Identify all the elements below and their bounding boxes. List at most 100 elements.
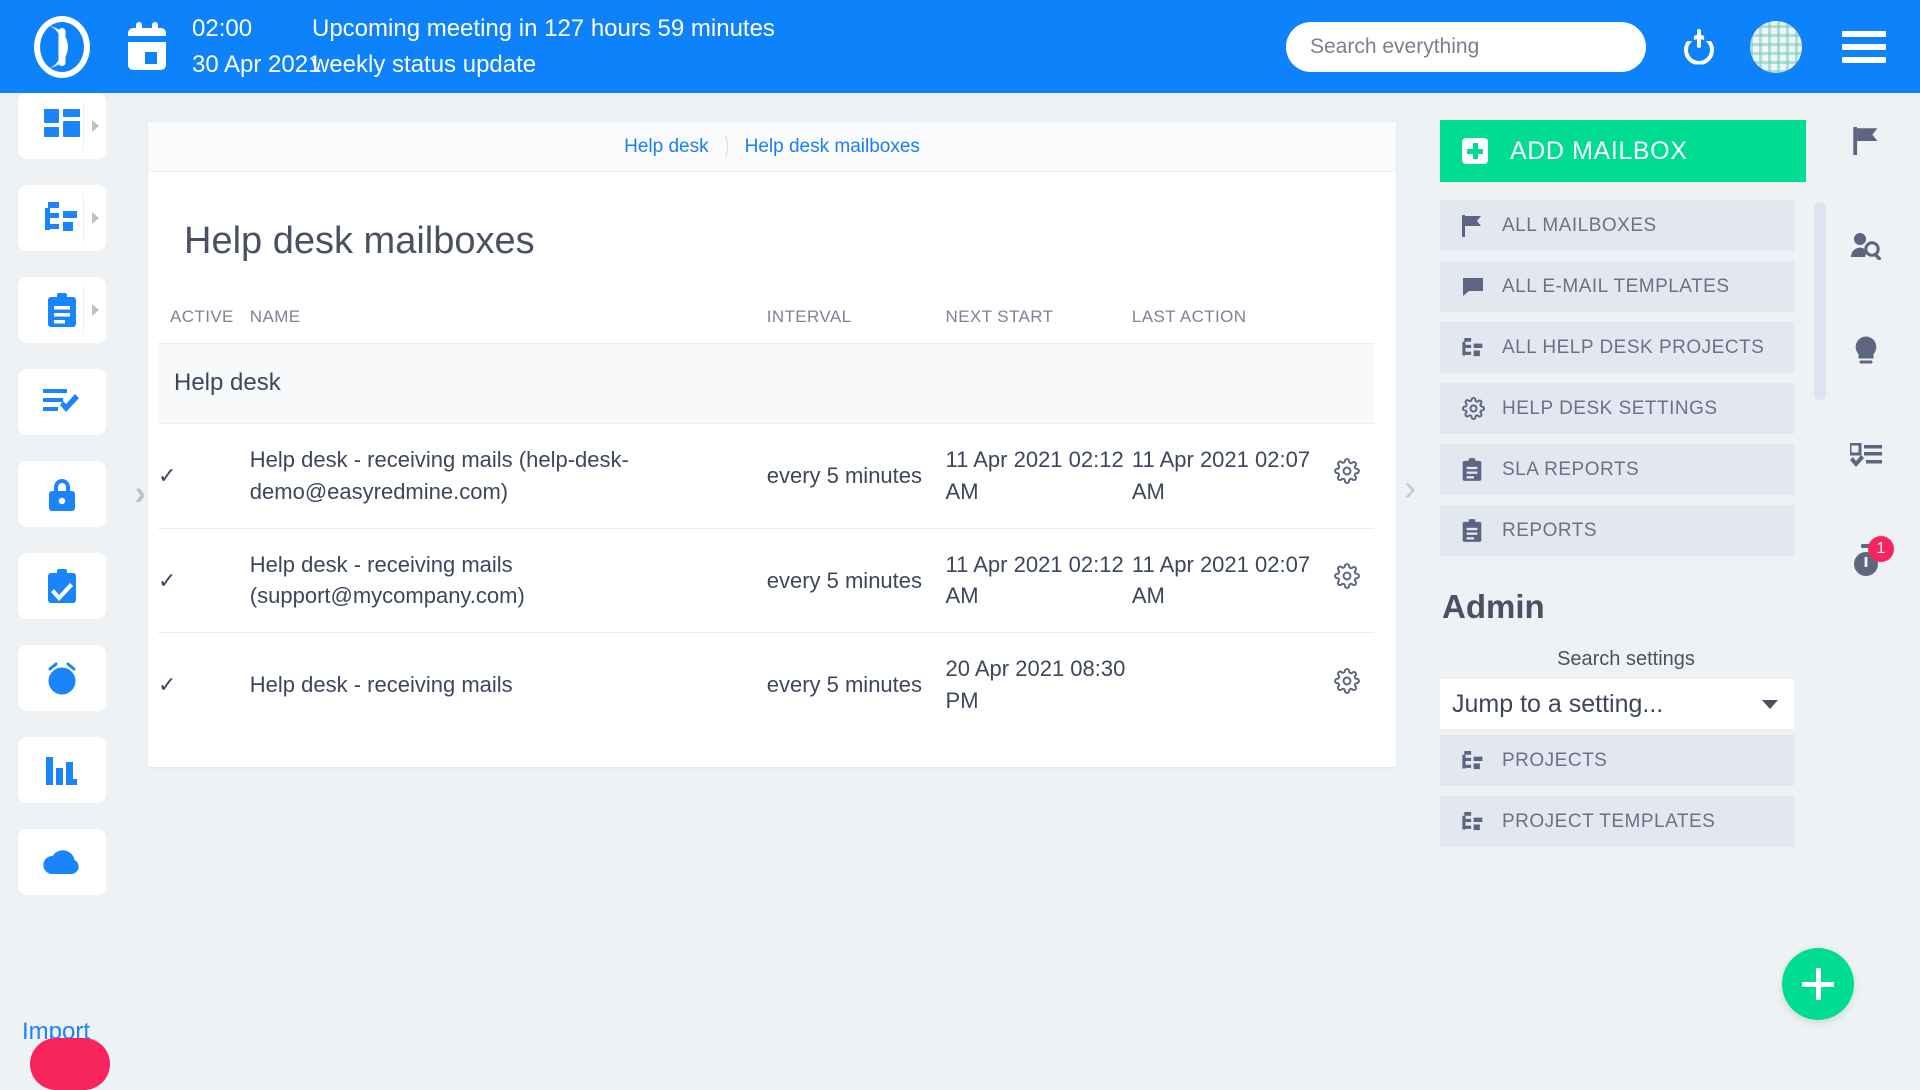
rail-divider <box>83 101 84 151</box>
column-header-actions <box>1320 307 1374 344</box>
table-row[interactable]: ✓ Help desk - receiving mails (help-desk… <box>158 422 1374 529</box>
row-active-check: ✓ <box>158 632 250 738</box>
clipboard-lines-icon <box>48 293 76 327</box>
admin-section-title: Admin <box>1442 588 1545 625</box>
table-row[interactable]: ✓ Help desk - receiving mails (support@m… <box>158 527 1374 633</box>
menu-item-project-templates[interactable]: PROJECT TEMPLATES <box>1440 796 1794 847</box>
chat-bubble-icon <box>1462 277 1502 297</box>
page-title: Help desk mailboxes <box>184 220 535 262</box>
far-rail-item-ideas[interactable] <box>1812 320 1920 381</box>
notification-pill[interactable] <box>30 1038 110 1090</box>
global-search[interactable] <box>1286 21 1646 72</box>
sidebar-item-approvals[interactable] <box>18 553 106 619</box>
gear-icon[interactable] <box>1334 563 1361 598</box>
column-header-last-action[interactable]: LAST ACTION <box>1132 307 1320 344</box>
chevron-right-icon <box>92 212 99 224</box>
far-rail-item-timer[interactable]: 1 <box>1812 530 1920 591</box>
add-new-fab[interactable] <box>1782 948 1854 1020</box>
sidebar-item-import[interactable] <box>18 829 106 895</box>
meeting-subject: weekly status update <box>312 50 537 78</box>
far-rail-item-user-search[interactable] <box>1812 215 1920 276</box>
rail-expand-arrow[interactable]: › <box>135 475 146 514</box>
user-search-icon <box>1851 232 1881 260</box>
jump-to-setting-select[interactable]: Jump to a setting... <box>1440 679 1794 729</box>
chevron-right-icon <box>92 120 99 132</box>
meeting-date: 30 Apr 2021 <box>192 50 322 78</box>
mailbox-table: ACTIVE NAME INTERVAL NEXT START LAST ACT… <box>158 307 1374 738</box>
project-tree-icon <box>45 202 77 231</box>
sidebar-item-security[interactable]: › <box>18 461 146 527</box>
menu-item-help-desk-settings[interactable]: HELP DESK SETTINGS <box>1440 383 1794 434</box>
checklist-icon <box>1850 442 1882 467</box>
menu-item-label: REPORTS <box>1502 519 1598 541</box>
gear-icon[interactable] <box>1334 667 1361 703</box>
table-body: Help desk ✓ Help desk - receiving mails … <box>158 343 1374 738</box>
row-last-action: 11 Apr 2021 02:07 AM <box>1131 527 1321 633</box>
column-header-next-start[interactable]: NEXT START <box>946 307 1132 344</box>
row-interval: every 5 minutes <box>766 632 946 738</box>
table-row[interactable]: ✓ Help desk - receiving mails every 5 mi… <box>158 632 1374 738</box>
calendar-icon[interactable] <box>124 21 170 72</box>
add-mailbox-button[interactable]: ADD MAILBOX <box>1440 120 1806 182</box>
avatar[interactable] <box>1750 20 1802 73</box>
add-mailbox-label: ADD MAILBOX <box>1510 136 1688 165</box>
upcoming-meeting-info[interactable]: 02:00 Upcoming meeting in 127 hours 59 m… <box>192 11 775 83</box>
flag-icon <box>1462 214 1502 237</box>
gear-icon[interactable] <box>1334 458 1361 493</box>
far-rail-item-flag[interactable] <box>1812 110 1920 171</box>
hamburger-menu-icon[interactable] <box>1842 30 1886 63</box>
sidebar-item-projects[interactable] <box>18 185 106 251</box>
row-next-start: 11 Apr 2021 02:12 AM <box>945 422 1132 529</box>
row-actions[interactable] <box>1320 422 1374 529</box>
menu-item-projects[interactable]: PROJECTS <box>1440 735 1794 786</box>
row-name: Help desk - receiving mails <box>249 632 767 738</box>
main-content-card: Help desk ⟩ Help desk mailboxes Help des… <box>148 122 1396 767</box>
sidebar-item-tasks[interactable] <box>18 277 106 343</box>
project-tree-icon <box>1462 811 1502 832</box>
breadcrumb-separator-icon: ⟩ <box>723 133 730 160</box>
breadcrumb-item-help-desk[interactable]: Help desk <box>624 136 709 158</box>
menu-item-all-mailboxes[interactable]: ALL MAILBOXES <box>1440 200 1794 251</box>
row-name: Help desk - receiving mails (help-desk-d… <box>249 422 767 529</box>
row-active-check: ✓ <box>158 527 250 633</box>
timer-badge: 1 <box>1868 536 1894 562</box>
far-right-icon-rail: 1 <box>1812 110 1920 591</box>
group-label: Help desk <box>158 343 1374 424</box>
menu-item-all-help-desk-projects[interactable]: ALL HELP DESK PROJECTS <box>1440 322 1794 373</box>
menu-item-label: ALL MAILBOXES <box>1502 214 1657 236</box>
row-actions[interactable] <box>1320 527 1374 633</box>
app-logo[interactable] <box>0 15 124 78</box>
menu-item-reports[interactable]: REPORTS <box>1440 505 1794 556</box>
menu-item-label: PROJECT TEMPLATES <box>1502 810 1716 832</box>
cloud-icon <box>43 850 79 874</box>
power-icon[interactable] <box>1682 28 1716 65</box>
lightbulb-icon <box>1855 335 1877 363</box>
sidebar-item-dashboard[interactable] <box>18 93 106 159</box>
column-header-active[interactable]: ACTIVE <box>158 307 250 344</box>
meeting-time: 02:00 <box>192 14 253 42</box>
column-header-name[interactable]: NAME <box>250 307 767 344</box>
row-active-check: ✓ <box>158 422 250 529</box>
row-interval: every 5 minutes <box>766 422 946 529</box>
sidebar-item-time-tracking[interactable] <box>18 645 106 711</box>
sidebar-item-reports[interactable] <box>18 737 106 803</box>
search-input[interactable] <box>1310 34 1622 59</box>
breadcrumb-item-help-desk-mailboxes[interactable]: Help desk mailboxes <box>745 136 920 158</box>
flag-icon <box>1853 126 1878 155</box>
column-header-interval[interactable]: INTERVAL <box>767 307 946 344</box>
far-rail-item-checklist[interactable] <box>1812 425 1920 486</box>
panel-collapse-arrow[interactable]: › <box>1404 470 1416 506</box>
chevron-down-icon <box>1762 699 1778 709</box>
sidebar-item-task-list-check[interactable] <box>18 369 106 435</box>
breadcrumb: Help desk ⟩ Help desk mailboxes <box>148 122 1396 172</box>
menu-item-sla-reports[interactable]: SLA REPORTS <box>1440 444 1794 495</box>
chevron-right-icon <box>92 304 99 316</box>
clipboard-check-icon <box>48 569 76 603</box>
right-panel: ADD MAILBOX ALL MAILBOXES ALL E-MAIL TEM… <box>1440 120 1826 920</box>
row-actions[interactable] <box>1320 632 1374 738</box>
admin-menu: PROJECTS PROJECT TEMPLATES <box>1440 735 1812 847</box>
jump-to-setting-value: Jump to a setting... <box>1452 689 1664 718</box>
project-tree-icon <box>1462 337 1502 358</box>
search-settings-label: Search settings <box>1557 648 1695 670</box>
menu-item-all-email-templates[interactable]: ALL E-MAIL TEMPLATES <box>1440 261 1794 312</box>
